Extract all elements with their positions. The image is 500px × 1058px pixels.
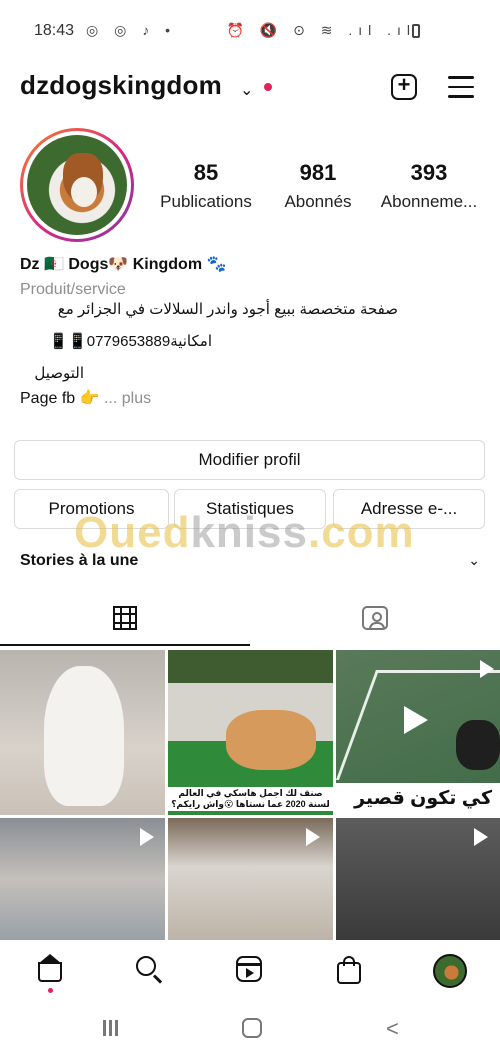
reel-icon	[480, 660, 494, 678]
tab-tagged[interactable]	[250, 592, 500, 646]
profile-header: dzdogskingdom ⌄ +	[0, 62, 500, 114]
home-icon[interactable]	[34, 954, 66, 993]
profile-avatar[interactable]	[20, 128, 134, 242]
reel-icon	[306, 828, 320, 846]
notification-dot	[264, 83, 272, 91]
post-thumbnail[interactable]: كي تكون قصير 🤣🤣	[336, 650, 500, 815]
system-status-icons: ⏰ 🔇 ⊙ ≋ .ıl .ıl	[226, 22, 416, 38]
bio-line: التوصيل	[34, 365, 84, 382]
dog-image	[456, 720, 500, 770]
play-icon	[404, 706, 428, 734]
followers-label: Abonnés	[284, 192, 352, 211]
followers-count: 981	[299, 160, 337, 185]
post-thumbnail[interactable]	[0, 650, 165, 815]
dog-image	[44, 666, 124, 806]
following-stat[interactable]: 393 Abonneme...	[374, 160, 484, 212]
post-thumbnail[interactable]	[168, 818, 333, 940]
dog-image	[226, 710, 316, 770]
bio-link-line: Page fb 👉 ... plus	[20, 388, 151, 408]
recent-apps-icon[interactable]	[103, 1020, 123, 1036]
posts-count: 85	[193, 160, 219, 185]
following-count: 393	[410, 160, 448, 185]
chevron-down-icon[interactable]: ⌄	[468, 552, 480, 569]
menu-icon[interactable]	[448, 76, 474, 98]
system-navigation-bar: <	[0, 1002, 500, 1058]
avatar-image	[27, 135, 127, 235]
category-label: Produit/service	[20, 281, 126, 298]
battery-icon	[412, 24, 420, 38]
posts-stat[interactable]: 85 Publications	[154, 160, 258, 212]
post-thumbnail[interactable]: صنف لك اجمل هاسكي في العالم لسنة 2020 عم…	[168, 650, 333, 815]
shop-icon[interactable]	[333, 954, 365, 986]
chevron-down-icon[interactable]: ⌄	[240, 80, 253, 100]
back-icon[interactable]: <	[386, 1016, 399, 1042]
post-thumbnail[interactable]	[0, 818, 165, 940]
bio-line: صفحة متخصصة ببيع أجود واندر السلالات في …	[57, 301, 398, 318]
stories-highlights-title[interactable]: Stories à la une	[20, 552, 138, 570]
status-time: 18:43	[34, 22, 75, 39]
create-post-button[interactable]: +	[391, 74, 417, 100]
post-thumbnail[interactable]	[336, 818, 500, 940]
promotions-button[interactable]: Promotions	[14, 489, 169, 529]
system-home-icon[interactable]	[242, 1018, 262, 1038]
email-button[interactable]: Adresse e-...	[333, 489, 485, 529]
tagged-person-icon	[362, 606, 388, 630]
post-caption: صنف لك اجمل هاسكي في العالم لسنة 2020 عم…	[168, 787, 333, 811]
tab-posts-grid[interactable]	[0, 592, 250, 646]
search-icon[interactable]	[134, 954, 166, 986]
username-switcher[interactable]: dzdogskingdom	[20, 70, 222, 101]
reel-icon	[474, 828, 488, 846]
followers-stat[interactable]: 981 Abonnés	[278, 160, 358, 212]
status-bar: 18:43 ◎ ◎ ♪ • ⏰ 🔇 ⊙ ≋ .ıl .ıl	[0, 0, 500, 62]
bottom-navigation	[0, 940, 500, 1002]
profile-tabs	[0, 592, 500, 648]
profile-bio: Dz 🇩🇿 Dogs🐶 Kingdom 🐾 Produit/service صف…	[20, 254, 480, 407]
notification-icons: ◎ ◎ ♪ •	[86, 22, 177, 38]
statistics-button[interactable]: Statistiques	[174, 489, 326, 529]
page-fb-text: Page fb 👉	[20, 390, 100, 407]
reel-icon	[140, 828, 154, 846]
reels-icon[interactable]	[234, 954, 266, 986]
following-label: Abonneme...	[380, 192, 478, 211]
grid-icon	[113, 606, 137, 630]
profile-tab-avatar[interactable]	[433, 954, 467, 988]
posts-label: Publications	[160, 192, 252, 211]
display-name: Dz 🇩🇿 Dogs🐶 Kingdom 🐾	[20, 256, 227, 273]
edit-profile-button[interactable]: Modifier profil	[14, 440, 485, 480]
post-caption: كي تكون قصير 🤣🤣	[336, 783, 500, 815]
more-link[interactable]: ... plus	[104, 390, 151, 407]
bio-phone-line[interactable]: امكانية0779653889📱📱	[20, 332, 212, 350]
